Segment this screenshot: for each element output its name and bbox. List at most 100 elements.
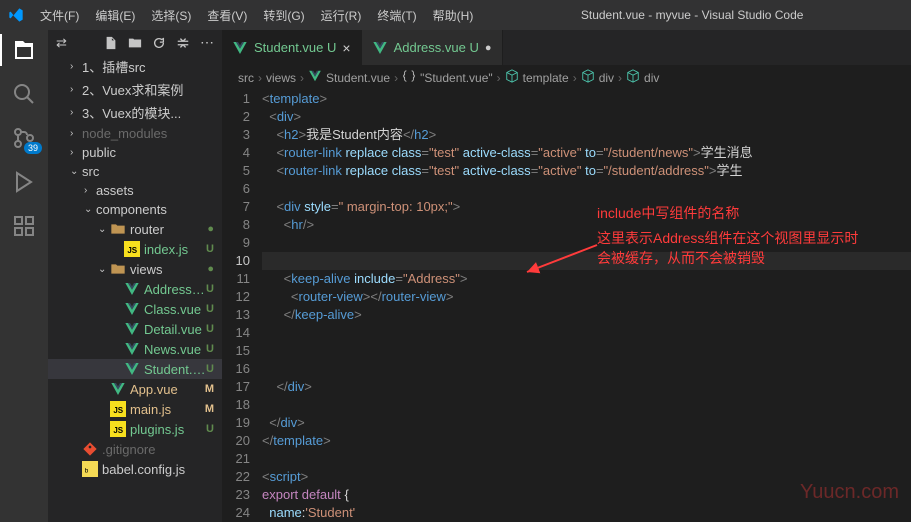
- editor-group: Student.vue U×Address.vue U● src›views›S…: [222, 30, 911, 522]
- code-line[interactable]: [262, 342, 911, 360]
- code-line[interactable]: [262, 180, 911, 198]
- breadcrumb-item[interactable]: template: [523, 71, 569, 85]
- tree-arrow-icon: ⌄: [84, 204, 96, 215]
- tree-item[interactable]: Address.vueU: [48, 279, 222, 299]
- tree-item[interactable]: News.vueU: [48, 339, 222, 359]
- refresh-icon[interactable]: [152, 36, 166, 50]
- tree-item[interactable]: bbabel.config.js: [48, 459, 222, 479]
- menu-item[interactable]: 转到(G): [255, 7, 312, 24]
- tree-item[interactable]: App.vueM: [48, 379, 222, 399]
- code-line[interactable]: [262, 234, 911, 252]
- editor-tab[interactable]: Address.vue U●: [362, 30, 503, 65]
- tree-item[interactable]: ⌄components: [48, 200, 222, 219]
- new-file-icon[interactable]: [104, 36, 118, 50]
- titlebar: 文件(F)编辑(E)选择(S)查看(V)转到(G)运行(R)终端(T)帮助(H)…: [0, 0, 911, 30]
- code-line[interactable]: [262, 324, 911, 342]
- close-icon[interactable]: ×: [342, 40, 350, 56]
- code-line[interactable]: </template>: [262, 432, 911, 450]
- menu-item[interactable]: 帮助(H): [425, 7, 482, 24]
- breadcrumb-item[interactable]: src: [238, 71, 254, 85]
- cube-icon: [505, 69, 519, 86]
- tree-item[interactable]: JSindex.jsU: [48, 239, 222, 259]
- line-number: 20: [222, 432, 250, 450]
- tree-item[interactable]: Class.vueU: [48, 299, 222, 319]
- view-toggle-icon[interactable]: ⇄: [56, 35, 67, 51]
- scm-badge: 39: [24, 142, 42, 154]
- debug-icon[interactable]: [12, 170, 36, 194]
- code-line[interactable]: <router-view></router-view>: [262, 288, 911, 306]
- code-line[interactable]: </keep-alive>: [262, 306, 911, 324]
- code-line[interactable]: [262, 360, 911, 378]
- tree-arrow-icon: ›: [70, 61, 82, 72]
- tree-label: public: [82, 145, 222, 160]
- code-line[interactable]: <router-link replace class="test" active…: [262, 144, 911, 162]
- breadcrumb-item[interactable]: "Student.vue": [420, 71, 493, 85]
- code-line[interactable]: </div>: [262, 378, 911, 396]
- tree-label: index.js: [144, 242, 206, 257]
- tree-item[interactable]: ›2、Vuex求和案例: [48, 78, 222, 101]
- tree-item[interactable]: .gitignore: [48, 439, 222, 459]
- source-control-icon[interactable]: 39: [12, 126, 36, 150]
- breadcrumb-item[interactable]: views: [266, 71, 296, 85]
- breadcrumb-item[interactable]: div: [599, 71, 614, 85]
- editor-tab[interactable]: Student.vue U×: [222, 30, 362, 65]
- git-status: U: [206, 323, 214, 335]
- menu-item[interactable]: 文件(F): [32, 7, 87, 24]
- tree-item[interactable]: ⌄src: [48, 162, 222, 181]
- code-line[interactable]: </div>: [262, 414, 911, 432]
- vscode-icon: [8, 7, 24, 23]
- tree-item[interactable]: ⌄views●: [48, 259, 222, 279]
- breadcrumb-item[interactable]: Student.vue: [326, 71, 390, 85]
- search-icon[interactable]: [12, 82, 36, 106]
- tree-arrow-icon: ›: [70, 107, 82, 118]
- explorer-icon[interactable]: [12, 38, 36, 62]
- code-line[interactable]: [262, 252, 911, 270]
- code-line[interactable]: <hr/>: [262, 216, 911, 234]
- line-number: 13: [222, 306, 250, 324]
- menu-item[interactable]: 运行(R): [313, 7, 370, 24]
- code-line[interactable]: <div>: [262, 108, 911, 126]
- tree-arrow-icon: ›: [70, 147, 82, 158]
- line-numbers: 123456789101112131415161718192021222324: [222, 90, 262, 522]
- menu-item[interactable]: 选择(S): [143, 7, 199, 24]
- breadcrumb-item[interactable]: div: [644, 71, 659, 85]
- code-line[interactable]: name:'Student': [262, 504, 911, 522]
- tree-item[interactable]: ⌄router●: [48, 219, 222, 239]
- tree-item[interactable]: JSmain.jsM: [48, 399, 222, 419]
- menu-item[interactable]: 查看(V): [199, 7, 255, 24]
- line-number: 2: [222, 108, 250, 126]
- code-line[interactable]: [262, 450, 911, 468]
- code-line[interactable]: <div style=" margin-top: 10px;">: [262, 198, 911, 216]
- code-line[interactable]: <h2>我是Student内容</h2>: [262, 126, 911, 144]
- tree-arrow-icon: ⌄: [70, 166, 82, 177]
- code-line[interactable]: <router-link replace class="test" active…: [262, 162, 911, 180]
- more-icon[interactable]: ⋯: [200, 34, 214, 51]
- code-line[interactable]: [262, 396, 911, 414]
- breadcrumb-sep-icon: ›: [618, 71, 622, 85]
- code-editor[interactable]: 123456789101112131415161718192021222324 …: [222, 90, 911, 522]
- tree-item[interactable]: ›1、插槽src: [48, 55, 222, 78]
- tree-item[interactable]: Student.vueU: [48, 359, 222, 379]
- code-content[interactable]: <template> <div> <h2>我是Student内容</h2> <r…: [262, 90, 911, 522]
- tree-item[interactable]: Detail.vueU: [48, 319, 222, 339]
- tree-item[interactable]: ›node_modules: [48, 124, 222, 143]
- tree-item[interactable]: JSplugins.jsU: [48, 419, 222, 439]
- tree-item[interactable]: ›public: [48, 143, 222, 162]
- menu-item[interactable]: 终端(T): [369, 7, 424, 24]
- line-number: 12: [222, 288, 250, 306]
- code-line[interactable]: export default {: [262, 486, 911, 504]
- collapse-icon[interactable]: [176, 36, 190, 50]
- braces-icon: [402, 69, 416, 86]
- vue-icon: [308, 69, 322, 86]
- code-line[interactable]: <keep-alive include="Address">: [262, 270, 911, 288]
- line-number: 3: [222, 126, 250, 144]
- menu-item[interactable]: 编辑(E): [87, 7, 143, 24]
- explorer-sidebar: ⇄ ⋯ ›1、插槽src›2、Vuex求和案例›3、Vuex的模块...›nod…: [48, 30, 222, 522]
- tree-item[interactable]: ›3、Vuex的模块...: [48, 101, 222, 124]
- tree-item[interactable]: ›assets: [48, 181, 222, 200]
- extensions-icon[interactable]: [12, 214, 36, 238]
- breadcrumbs[interactable]: src›views›Student.vue›"Student.vue"›temp…: [222, 65, 911, 90]
- new-folder-icon[interactable]: [128, 36, 142, 50]
- code-line[interactable]: <template>: [262, 90, 911, 108]
- code-line[interactable]: <script>: [262, 468, 911, 486]
